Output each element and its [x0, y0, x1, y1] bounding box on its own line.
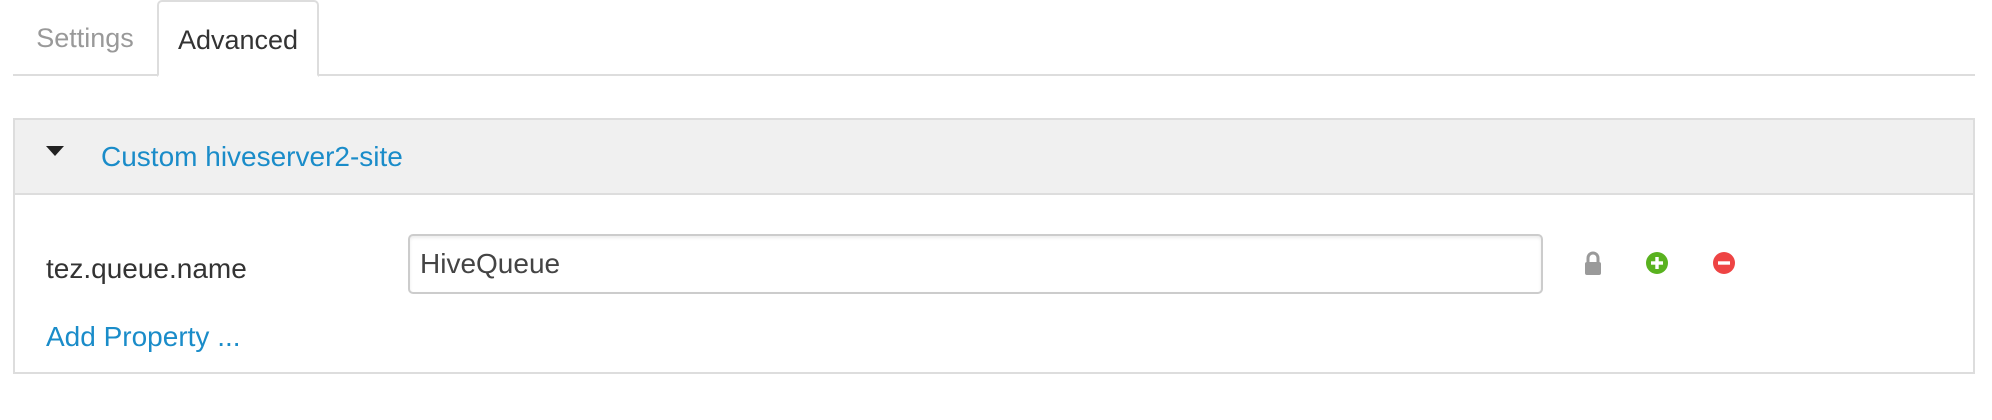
panel-title[interactable]: Custom hiveserver2-site	[101, 120, 403, 193]
caret-down-icon[interactable]	[46, 146, 64, 156]
config-page: Settings Advanced Custom hiveserver2-sit…	[0, 0, 1992, 420]
tab-advanced[interactable]: Advanced	[157, 0, 319, 77]
panel-header[interactable]: Custom hiveserver2-site	[15, 120, 1973, 195]
property-name-label: tez.queue.name	[46, 253, 247, 284]
plus-circle-icon[interactable]	[1645, 251, 1669, 275]
lock-icon	[1585, 251, 1601, 275]
tab-bar: Settings Advanced	[13, 0, 1975, 77]
property-value-input[interactable]	[408, 234, 1543, 294]
add-property-link[interactable]: Add Property ...	[46, 314, 241, 360]
minus-circle-icon[interactable]	[1712, 251, 1736, 275]
tab-settings[interactable]: Settings	[13, 0, 157, 77]
custom-site-panel: Custom hiveserver2-site tez.queue.name A…	[13, 118, 1975, 374]
